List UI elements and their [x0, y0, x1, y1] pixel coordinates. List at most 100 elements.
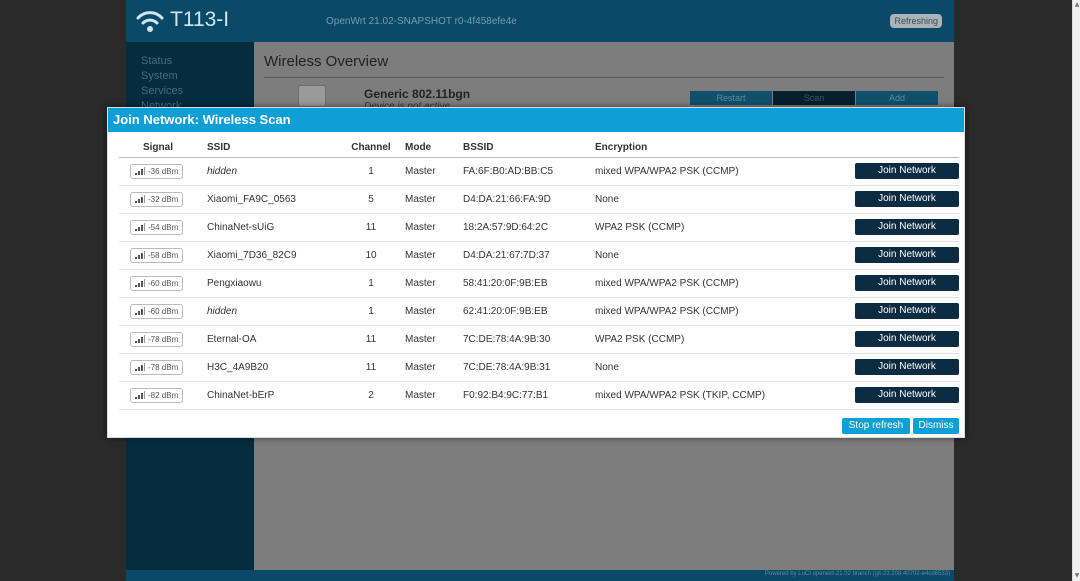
signal-cell: -32 dBm [119, 185, 197, 214]
scan-results-table: Signal SSID Channel Mode BSSID Encryptio… [119, 139, 959, 410]
mode-cell: Master [405, 213, 463, 242]
wifi-logo-icon[interactable] [134, 4, 166, 36]
action-cell: Join Network [855, 353, 959, 382]
signal-cell: -54 dBm [119, 213, 197, 242]
ssid-cell: ChinaNet-bErP [197, 381, 337, 410]
table-row: -54 dBm ChinaNet-sUiG 11 Master 18:2A:57:9D:… [119, 213, 959, 242]
radio-name: Generic 802.11bgn [364, 87, 471, 101]
channel-cell: 11 [337, 213, 405, 242]
header-bar: T113-I OpenWrt 21.02-SNAPSHOT r0-4f458ef… [126, 0, 954, 42]
signal-badge: -60 dBm [130, 303, 184, 319]
join-network-button[interactable]: Join Network [855, 247, 959, 263]
signal-badge: -36 dBm [130, 163, 184, 179]
signal-badge: -78 dBm [130, 331, 184, 347]
channel-cell: 1 [337, 269, 405, 298]
sidebar-item-status[interactable]: Status [126, 54, 254, 69]
join-network-button[interactable]: Join Network [855, 359, 959, 375]
ssid-cell: Xiaomi_7D36_82C9 [197, 241, 337, 270]
signal-strength: -58 dBm [148, 250, 179, 260]
signal-cell: -78 dBm [119, 325, 197, 354]
stop-refresh-button[interactable]: Stop refresh [842, 418, 910, 434]
signal-strength: -36 dBm [148, 166, 179, 176]
column-header-action [855, 139, 959, 158]
table-row: -78 dBm H3C_4A9B20 11 Master 7C:DE:78:4A:9B:… [119, 353, 959, 382]
join-network-button[interactable]: Join Network [855, 331, 959, 347]
signal-bars-icon [135, 391, 145, 399]
page-scrollbar[interactable]: ▲ ▼ [1072, 0, 1080, 581]
table-header-row: Signal SSID Channel Mode BSSID Encryptio… [119, 139, 959, 158]
bssid-cell: 58:41:20:0F:9B:EB [463, 269, 595, 298]
channel-cell: 11 [337, 325, 405, 354]
signal-bars-icon [135, 335, 145, 343]
action-cell: Join Network [855, 297, 959, 326]
add-button[interactable]: Add [856, 91, 938, 105]
table-row: -60 dBm hidden 1 Master 62:41:20:0F:9B:EB mix… [119, 297, 959, 326]
signal-badge: -54 dBm [130, 219, 184, 235]
sidebar-item-services[interactable]: Services [126, 84, 254, 99]
signal-strength: -78 dBm [148, 362, 179, 372]
join-network-button[interactable]: Join Network [855, 163, 959, 179]
refresh-status-badge[interactable]: Refreshing [890, 14, 942, 28]
encryption-cell: None [595, 241, 855, 270]
signal-badge: -60 dBm [130, 275, 184, 291]
join-network-button[interactable]: Join Network [855, 219, 959, 235]
signal-badge: -82 dBm [130, 387, 184, 403]
signal-bars-icon [135, 195, 145, 203]
bssid-cell: 7C:DE:78:4A:9B:31 [463, 353, 595, 382]
bssid-cell: F0:92:B4:9C:77:B1 [463, 381, 595, 410]
mode-cell: Master [405, 353, 463, 382]
signal-bars-icon [135, 251, 145, 259]
channel-cell: 5 [337, 185, 405, 214]
brand-name[interactable]: T113-I [170, 8, 229, 32]
table-row: -78 dBm Eternal-OA 11 Master 7C:DE:78:4A:9B:… [119, 325, 959, 354]
ssid-cell: ChinaNet-sUiG [197, 213, 337, 242]
footer: Powered by LuCI openwrt-21.02 branch (gi… [126, 570, 954, 581]
table-row: -60 dBm Pengxiaowu 1 Master 58:41:20:0F:9B:E… [119, 269, 959, 298]
scroll-up-arrow-icon[interactable]: ▲ [1074, 2, 1080, 8]
scroll-down-arrow-icon[interactable]: ▼ [1074, 573, 1080, 579]
column-header-bssid: BSSID [463, 139, 595, 158]
encryption-cell: None [595, 185, 855, 214]
encryption-cell: WPA2 PSK (CCMP) [595, 325, 855, 354]
join-network-button[interactable]: Join Network [855, 303, 959, 319]
signal-strength: -78 dBm [148, 334, 179, 344]
table-row: -58 dBm Xiaomi_7D36_82C9 10 Master D4:DA:21:… [119, 241, 959, 270]
encryption-cell: mixed WPA/WPA2 PSK (CCMP) [595, 269, 855, 298]
signal-strength: -60 dBm [148, 306, 179, 316]
action-cell: Join Network [855, 381, 959, 410]
table-row: -32 dBm Xiaomi_FA9C_0563 5 Master D4:DA:21:6… [119, 185, 959, 214]
bssid-cell: D4:DA:21:67:7D:37 [463, 241, 595, 270]
mode-cell: Master [405, 297, 463, 326]
scan-button[interactable]: Scan [773, 91, 855, 105]
bssid-cell: D4:DA:21:66:FA:9D [463, 185, 595, 214]
mode-cell: Master [405, 325, 463, 354]
action-cell: Join Network [855, 325, 959, 354]
action-cell: Join Network [855, 213, 959, 242]
join-network-button[interactable]: Join Network [855, 387, 959, 403]
page-title: Wireless Overview [264, 53, 389, 70]
channel-cell: 2 [337, 381, 405, 410]
encryption-cell: mixed WPA/WPA2 PSK (TKIP, CCMP) [595, 381, 855, 410]
title-divider [264, 77, 944, 78]
signal-bars-icon [135, 307, 145, 315]
restart-button[interactable]: Restart [690, 91, 772, 105]
signal-bars-icon [135, 167, 145, 175]
dismiss-button[interactable]: Dismiss [913, 418, 959, 434]
mode-cell: Master [405, 157, 463, 186]
column-header-encryption: Encryption [595, 139, 855, 158]
sidebar-item-system[interactable]: System [126, 69, 254, 84]
signal-badge: -58 dBm [130, 247, 184, 263]
ssid-cell: Eternal-OA [197, 325, 337, 354]
signal-strength: -60 dBm [148, 278, 179, 288]
encryption-cell: None [595, 353, 855, 382]
bssid-cell: 18:2A:57:9D:64:2C [463, 213, 595, 242]
signal-cell: -36 dBm [119, 157, 197, 186]
join-network-button[interactable]: Join Network [855, 191, 959, 207]
join-network-button[interactable]: Join Network [855, 275, 959, 291]
bssid-cell: FA:6F:B0:AD:BB:C5 [463, 157, 595, 186]
encryption-cell: WPA2 PSK (CCMP) [595, 213, 855, 242]
action-cell: Join Network [855, 157, 959, 186]
channel-cell: 1 [337, 297, 405, 326]
signal-cell: -60 dBm [119, 269, 197, 298]
signal-cell: -82 dBm [119, 381, 197, 410]
